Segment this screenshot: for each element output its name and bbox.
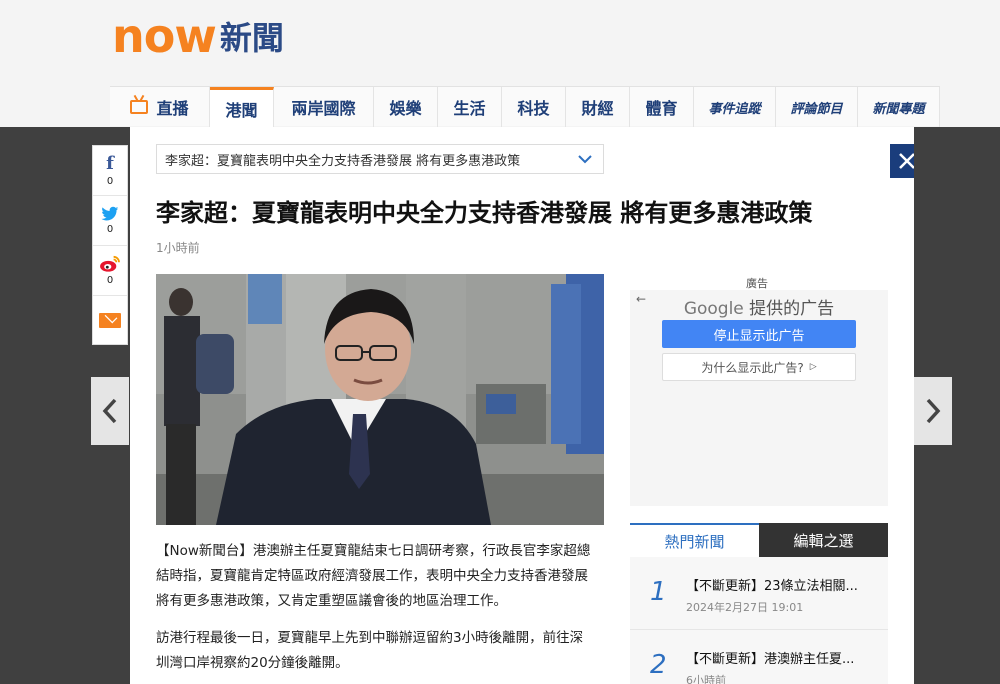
share-bar: f 0 0 0 xyxy=(92,145,128,345)
logo-now: now xyxy=(112,9,217,63)
chevron-down-icon xyxy=(578,155,592,164)
nav-item-tracking[interactable]: 事件追蹤 xyxy=(694,87,776,127)
article-select-dropdown[interactable]: 李家超：夏寶龍表明中央全力支持香港發展 將有更多惠港政策 xyxy=(156,144,604,174)
close-button[interactable] xyxy=(890,144,914,178)
nav-label: 直播 xyxy=(156,99,189,118)
news-date: 2024年2月27日 19:01 xyxy=(686,601,804,614)
ad-provider-text: Google 提供的广告 xyxy=(630,294,888,319)
nav-label: 娛樂 xyxy=(389,99,422,118)
article-body: 【Now新聞台】港澳辦主任夏寶龍結束七日調研考察，行政長官李家超總結時指，夏寶龍… xyxy=(156,539,596,684)
nav-label: 港聞 xyxy=(225,100,258,120)
previous-article-button[interactable] xyxy=(91,377,129,445)
facebook-share-button[interactable]: f 0 xyxy=(93,146,127,196)
nav-item-features[interactable]: 新聞專題 xyxy=(858,87,940,127)
tab-editor-picks[interactable]: 編輯之選 xyxy=(759,523,888,557)
rank-number: 1 xyxy=(650,577,667,607)
news-date: 6小時前 xyxy=(686,674,726,684)
twitter-icon xyxy=(101,206,119,221)
ad-panel: ← Google 提供的广告 停止显示此广告 为什么显示此广告? ▷ xyxy=(630,290,888,506)
nav-item-international[interactable]: 兩岸國際 xyxy=(274,87,374,127)
list-item[interactable]: 1 【不斷更新】23條立法相關... 2024年2月27日 19:01 xyxy=(630,557,888,630)
weibo-share-button[interactable]: 0 xyxy=(93,246,127,296)
mail-icon xyxy=(99,312,121,328)
nav-item-entertainment[interactable]: 娛樂 xyxy=(374,87,438,127)
nav-label: 體育 xyxy=(645,99,678,118)
nav-label: 科技 xyxy=(517,99,550,118)
nav-label: 事件追蹤 xyxy=(708,101,761,117)
chevron-left-icon xyxy=(102,398,117,424)
close-icon xyxy=(899,153,914,169)
main-nav: 直播 港聞 兩岸國際 娛樂 生活 科技 財經 體育 事件追蹤 評論節目 新聞專題 xyxy=(110,86,940,127)
article-paragraph: 訪港行程最後一日，夏寶龍早上先到中聯辦逗留約3小時後離開，前往深圳灣口岸視察約2… xyxy=(156,630,584,671)
email-share-button[interactable] xyxy=(93,296,127,344)
nav-label: 財經 xyxy=(581,99,614,118)
next-article-button[interactable] xyxy=(914,377,952,445)
nav-label: 生活 xyxy=(453,99,486,118)
nav-item-tech[interactable]: 科技 xyxy=(502,87,566,127)
news-photo-illustration xyxy=(156,274,604,525)
nav-item-lifestyle[interactable]: 生活 xyxy=(438,87,502,127)
facebook-icon: f xyxy=(106,153,114,174)
site-logo[interactable]: now 新聞 xyxy=(112,4,284,68)
news-title[interactable]: 【不斷更新】23條立法相關... xyxy=(686,575,858,594)
site-header: now 新聞 直播 港聞 兩岸國際 娛樂 生活 科技 財經 體育 事件追蹤 評論… xyxy=(0,0,1000,127)
chevron-right-icon xyxy=(926,398,941,424)
ad-label: 廣告 xyxy=(746,277,768,290)
tv-icon xyxy=(130,100,149,114)
nav-item-local[interactable]: 港聞 xyxy=(210,87,274,127)
article-headline: 李家超：夏寶龍表明中央全力支持香港發展 將有更多惠港政策 xyxy=(156,199,813,227)
nav-item-finance[interactable]: 財經 xyxy=(566,87,630,127)
news-title[interactable]: 【不斷更新】港澳辦主任夏... xyxy=(686,648,854,667)
nav-label: 評論節目 xyxy=(790,101,843,117)
nav-item-live[interactable]: 直播 xyxy=(110,87,210,127)
share-count: 0 xyxy=(106,275,114,286)
dropdown-value: 李家超：夏寶龍表明中央全力支持香港發展 將有更多惠港政策 xyxy=(165,153,521,169)
nav-item-sports[interactable]: 體育 xyxy=(630,87,694,127)
share-count: 0 xyxy=(106,224,114,235)
why-ad-button[interactable]: 为什么显示此广告? ▷ xyxy=(662,353,856,381)
share-count: 0 xyxy=(106,176,114,187)
play-triangle-icon: ▷ xyxy=(809,362,817,372)
ad-provided-text: 提供的广告 xyxy=(749,299,835,319)
nav-label: 新聞專題 xyxy=(872,101,925,117)
list-item[interactable]: 2 【不斷更新】港澳辦主任夏... 6小時前 xyxy=(630,630,888,684)
article-timestamp: 1小時前 xyxy=(156,241,200,255)
article-paragraph: 【Now新聞台】港澳辦主任夏寶龍結束七日調研考察，行政長官李家超總結時指，夏寶龍… xyxy=(156,543,591,609)
stop-ad-button[interactable]: 停止显示此广告 xyxy=(662,320,856,348)
twitter-share-button[interactable]: 0 xyxy=(93,196,127,246)
why-ad-label: 为什么显示此广告? xyxy=(701,360,804,375)
hot-news-list: 1 【不斷更新】23條立法相關... 2024年2月27日 19:01 2 【不… xyxy=(630,557,888,684)
nav-label: 兩岸國際 xyxy=(291,99,356,118)
nav-item-programs[interactable]: 評論節目 xyxy=(776,87,858,127)
logo-news: 新聞 xyxy=(219,19,284,57)
article-photo[interactable] xyxy=(156,274,604,525)
rank-number: 2 xyxy=(650,650,667,680)
article-modal: 李家超：夏寶龍表明中央全力支持香港發展 將有更多惠港政策 李家超：夏寶龍表明中央… xyxy=(130,127,914,684)
tab-hot-news[interactable]: 熱門新聞 xyxy=(630,523,759,557)
news-tabs: 熱門新聞 編輯之選 xyxy=(630,523,888,557)
google-wordmark: Google xyxy=(683,299,744,319)
weibo-icon xyxy=(100,255,120,272)
